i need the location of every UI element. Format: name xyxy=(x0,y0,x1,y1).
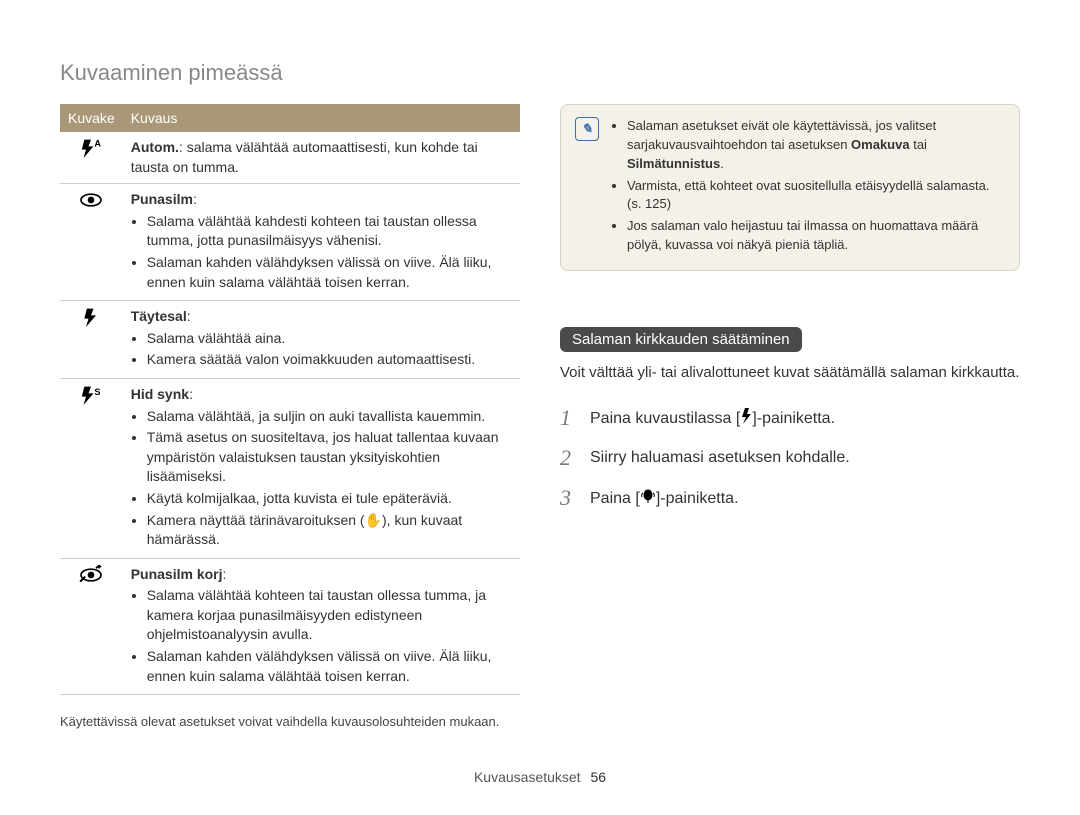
list-item: Salaman kahden välähdyksen välissä on vi… xyxy=(147,647,512,686)
row-title: Punasilm korj xyxy=(131,566,223,582)
row-title: Täytesal xyxy=(131,308,187,324)
row-title-suffix: : salama välähtää automaattisesti, kun k… xyxy=(131,139,478,175)
list-item: Tämä asetus on suositeltava, jos haluat … xyxy=(147,428,512,487)
list-item: Kamera säätää valon voimakkuuden automaa… xyxy=(147,350,512,370)
step-number: 3 xyxy=(560,485,578,511)
table-row: Täytesal: Salama välähtää aina. Kamera s… xyxy=(60,301,520,379)
step-number: 1 xyxy=(560,405,578,431)
red-eye-icon xyxy=(78,193,104,215)
page-footer: Kuvausasetukset 56 xyxy=(60,769,1020,785)
steps-list: 1 Paina kuvaustilassa [ ]-painiketta. 2 S… xyxy=(560,405,1020,511)
list-item: Salaman kahden välähdyksen välissä on vi… xyxy=(147,253,512,292)
list-item: Salama välähtää, ja suljin on auki taval… xyxy=(147,407,512,427)
table-row: Punasilm korj: Salama välähtää kohteen t… xyxy=(60,558,520,695)
flash-modes-table: Kuvake Kuvaus A Autom.: salama välähtää … xyxy=(60,104,520,695)
flash-slow-sync-icon: S xyxy=(78,388,104,410)
list-item: Käytä kolmijalkaa, jotta kuvista ei tule… xyxy=(147,489,512,509)
step-text: Paina [ xyxy=(590,490,640,507)
row-title-suffix: : xyxy=(223,566,227,582)
row-title: Autom. xyxy=(131,139,179,155)
row-title: Punasilm xyxy=(131,191,193,207)
flash-icon xyxy=(740,408,752,424)
flash-fill-icon xyxy=(78,310,104,332)
svg-text:S: S xyxy=(95,387,101,397)
step-item: 3 Paina [ ]-painiketta. xyxy=(560,485,1020,511)
step-text: ]-painiketta. xyxy=(752,410,835,427)
note-box: ✎ Salaman asetukset eivät ole käytettävi… xyxy=(560,104,1020,271)
table-row: S Hid synk: Salama välähtää, ja suljin o… xyxy=(60,378,520,558)
red-eye-fix-icon xyxy=(78,568,104,590)
step-item: 1 Paina kuvaustilassa [ ]-painiketta. xyxy=(560,405,1020,431)
left-column: Kuvake Kuvaus A Autom.: salama välähtää … xyxy=(60,104,520,759)
col-header-icon: Kuvake xyxy=(60,104,123,132)
table-footnote: Käytettävissä olevat asetukset voivat va… xyxy=(60,713,520,731)
step-item: 2 Siirry haluamasi asetuksen kohdalle. xyxy=(560,445,1020,471)
step-number: 2 xyxy=(560,445,578,471)
row-title-suffix: : xyxy=(189,386,193,402)
note-item: Jos salaman valo heijastuu tai ilmassa o… xyxy=(627,217,1005,255)
table-row: Punasilm: Salama välähtää kahdesti kohte… xyxy=(60,184,520,301)
flash-auto-icon: A xyxy=(78,141,104,163)
list-item: Kamera näyttää tärinävaroituksen (✋), ku… xyxy=(147,511,512,550)
macro-icon xyxy=(640,488,656,504)
list-item: Salama välähtää aina. xyxy=(147,329,512,349)
note-icon: ✎ xyxy=(575,117,599,141)
step-text: Siirry haluamasi asetuksen kohdalle. xyxy=(590,449,850,467)
note-item: Salaman asetukset eivät ole käytettäviss… xyxy=(627,117,1005,174)
footer-label: Kuvausasetukset xyxy=(474,769,581,785)
row-title: Hid synk xyxy=(131,386,189,402)
note-item: Varmista, että kohteet ovat suositellull… xyxy=(627,177,1005,215)
list-item: Salama välähtää kahdesti kohteen tai tau… xyxy=(147,212,512,251)
section-description: Voit välttää yli- tai alivalottuneet kuv… xyxy=(560,362,1020,383)
page-number: 56 xyxy=(590,769,606,785)
right-column: ✎ Salaman asetukset eivät ole käytettävi… xyxy=(560,104,1020,759)
table-row: A Autom.: salama välähtää automaattisest… xyxy=(60,132,520,184)
row-title-suffix: : xyxy=(193,191,197,207)
page-title: Kuvaaminen pimeässä xyxy=(60,60,1020,86)
col-header-desc: Kuvaus xyxy=(123,104,520,132)
step-text: ]-painiketta. xyxy=(656,490,739,507)
section-heading: Salaman kirkkauden säätäminen xyxy=(560,327,802,352)
list-item: Salama välähtää kohteen tai taustan olle… xyxy=(147,586,512,645)
row-title-suffix: : xyxy=(187,308,191,324)
svg-text:A: A xyxy=(95,138,102,148)
step-text: Paina kuvaustilassa [ xyxy=(590,410,740,427)
